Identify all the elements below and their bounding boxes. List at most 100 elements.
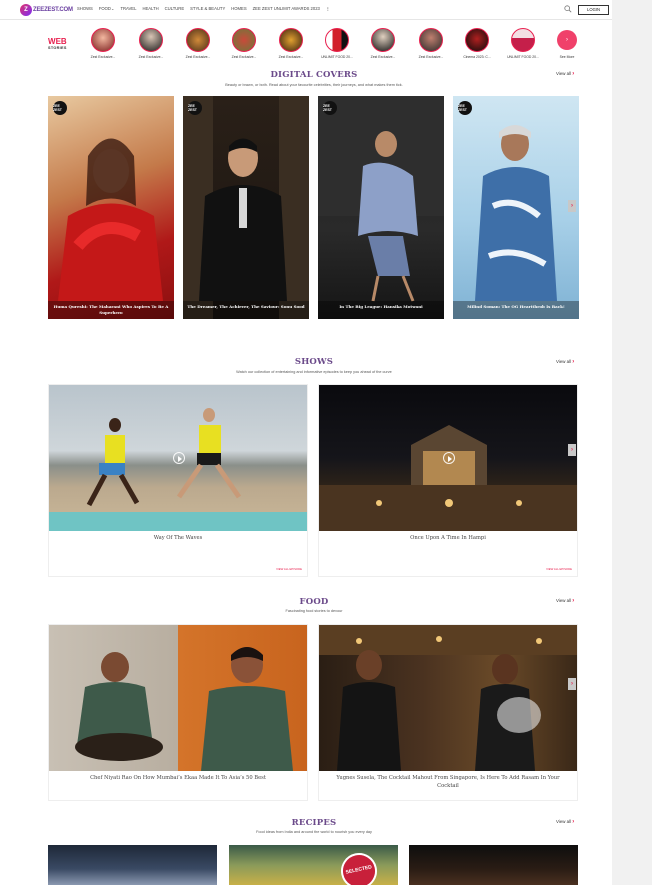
section-subtitle-digital-covers: Beauty or brawn, or both. Read about you… (225, 83, 403, 87)
view-all-label: View all (556, 71, 572, 76)
selected-stamp: SELECTED (337, 849, 381, 885)
web-stories-label: WEB STORIES (48, 37, 67, 51)
show-thumbnail (319, 385, 577, 531)
story-item[interactable]: Zest Exclusive... (178, 28, 218, 59)
story-item[interactable]: UNLIMIT FOOD 20... (503, 28, 543, 59)
section-title-shows: SHOWS (294, 357, 334, 367)
carousel-next-button[interactable]: › (568, 200, 576, 212)
view-all-digital-covers[interactable]: View all › (556, 71, 574, 77)
more-menu-icon[interactable]: ⋮ (326, 6, 330, 11)
story-item[interactable]: Zest Exclusive... (271, 28, 311, 59)
view-all-recipes[interactable]: View all › (556, 819, 574, 825)
cover-illustration (318, 96, 444, 302)
cover-caption: In The Big League: Hansika Motwani (318, 301, 444, 319)
story-caption: Zest Exclusive... (370, 55, 396, 59)
view-all-label: View all (556, 819, 572, 824)
view-all-label: View all (556, 359, 572, 364)
nav-style-beauty[interactable]: STYLE & BEAUTY (190, 6, 225, 11)
chevron-down-icon: ⌄ (110, 6, 115, 11)
story-item[interactable]: UNLIMIT FOOD 20... (317, 28, 357, 59)
food-title: Yugnes Susela, The Cocktail Mahout From … (336, 775, 560, 789)
story-item[interactable]: Zest Exclusive... (411, 28, 451, 59)
cover-badge: ZEE ZEST (458, 101, 472, 115)
play-icon[interactable] (443, 452, 455, 464)
section-title-recipes: RECIPES (291, 818, 337, 828)
section-subtitle-shows: Watch our collection of entertaining and… (236, 370, 392, 374)
story-thumb (91, 28, 115, 52)
cover-card[interactable]: ZEE ZEST Huma Qureshi: The Maharani Who … (48, 96, 174, 319)
story-item[interactable]: Zest Exclusive... (224, 28, 264, 59)
chevron-right-icon: › (571, 681, 573, 687)
see-more-stories[interactable]: › See More (547, 28, 587, 59)
story-thumb (279, 28, 303, 52)
story-thumb (465, 28, 489, 52)
chevron-right-icon: › (572, 598, 575, 604)
cover-caption: Milind Soman: The OG Heartthrob Is Back! (453, 301, 579, 319)
cover-card[interactable]: ZEE ZEST In The Big League: Hansika Motw… (318, 96, 444, 319)
chevron-right-icon: › (571, 447, 573, 453)
section-title-digital-covers: DIGITAL COVERS (270, 70, 358, 80)
logo-mark: Z (20, 4, 32, 16)
nav-shows[interactable]: SHOWS (77, 6, 93, 11)
search-icon[interactable] (564, 5, 572, 13)
story-caption: Zest Exclusive... (418, 55, 444, 59)
chevron-right-icon: › (572, 819, 575, 825)
food-title: Chef Niyati Rao On How Mumbai’s Ekaa Mad… (90, 775, 266, 781)
show-thumbnail (49, 385, 307, 531)
food-card[interactable]: Chef Niyati Rao On How Mumbai’s Ekaa Mad… (48, 624, 308, 801)
view-all-episodes-link[interactable]: VIEW ALL EPISODE (546, 567, 572, 571)
nav-health[interactable]: HEALTH (142, 6, 158, 11)
cover-badge: ZEE ZEST (188, 101, 202, 115)
story-caption: Zest Exclusive... (231, 55, 257, 59)
story-thumb (139, 28, 163, 52)
login-button[interactable]: LOGIN (578, 5, 609, 15)
story-caption: UNLIMIT FOOD 20... (507, 55, 539, 59)
story-item[interactable]: Zest Exclusive... (83, 28, 123, 59)
cover-card[interactable]: ZEE ZEST The Dreamer, The Achiever, The … (183, 96, 309, 319)
story-item[interactable]: Zest Exclusive... (363, 28, 403, 59)
play-icon[interactable] (173, 452, 185, 464)
nav-culture[interactable]: CULTURE (165, 6, 184, 11)
nav-awards[interactable]: ZEE ZEST UNLIMIT AWARDS 2023 (253, 6, 320, 11)
show-card[interactable]: Way Of The Waves VIEW ALL EPISODE (48, 384, 308, 577)
carousel-next-button[interactable]: › (568, 444, 576, 456)
story-caption: Zest Exclusive... (278, 55, 304, 59)
site-logo[interactable]: Z ZEEZEST.COM (20, 4, 73, 16)
nav-travel[interactable]: TRAVEL (120, 6, 136, 11)
web-stories-web: WEB (48, 37, 67, 46)
recipe-card[interactable] (409, 845, 578, 885)
story-thumb (232, 28, 256, 52)
view-all-shows[interactable]: View all › (556, 359, 574, 365)
food-thumbnail (319, 625, 577, 771)
story-caption: Zest Exclusive... (90, 55, 116, 59)
nav-food-label: FOOD (98, 6, 111, 11)
site-header: Z ZEEZEST.COM SHOWS FOOD⌄ TRAVEL HEALTH … (0, 0, 612, 20)
story-thumb (511, 28, 535, 52)
food-card[interactable]: Yugnes Susela, The Cocktail Mahout From … (318, 624, 578, 801)
cover-caption: The Dreamer, The Achiever, The Saviour: … (183, 301, 309, 319)
chevron-right-icon: › (572, 71, 575, 77)
cover-badge: ZEE ZEST (323, 101, 337, 115)
web-stories-stories: STORIES (48, 46, 67, 50)
food-thumbnail (49, 625, 307, 771)
food-illustration (319, 625, 577, 771)
story-item[interactable]: Zest Exclusive... (131, 28, 171, 59)
view-all-episodes-link[interactable]: VIEW ALL EPISODE (276, 567, 302, 571)
main-nav: SHOWS FOOD⌄ TRAVEL HEALTH CULTURE STYLE … (77, 6, 330, 11)
story-caption: UNLIMIT FOOD 20... (321, 55, 353, 59)
cover-caption: Huma Qureshi: The Maharani Who Aspires T… (48, 301, 174, 319)
story-thumb (325, 28, 349, 52)
cover-illustration (475, 125, 557, 301)
story-thumb (419, 28, 443, 52)
show-card[interactable]: Once Upon A Time In Hampi VIEW ALL EPISO… (318, 384, 578, 577)
cover-card[interactable]: ZEE ZEST Milind Soman: The OG Heartthrob… (453, 96, 579, 319)
recipe-card[interactable] (48, 845, 217, 885)
section-subtitle-recipes: Food ideas from India and around the wor… (256, 830, 372, 834)
nav-homes[interactable]: HOMES (231, 6, 246, 11)
nav-food[interactable]: FOOD⌄ (99, 6, 115, 11)
story-item[interactable]: Cinema 2023: C... (457, 28, 497, 59)
carousel-next-button[interactable]: › (568, 678, 576, 690)
view-all-food[interactable]: View all › (556, 598, 574, 604)
story-thumb (186, 28, 210, 52)
recipe-card[interactable]: SELECTED (229, 845, 398, 885)
